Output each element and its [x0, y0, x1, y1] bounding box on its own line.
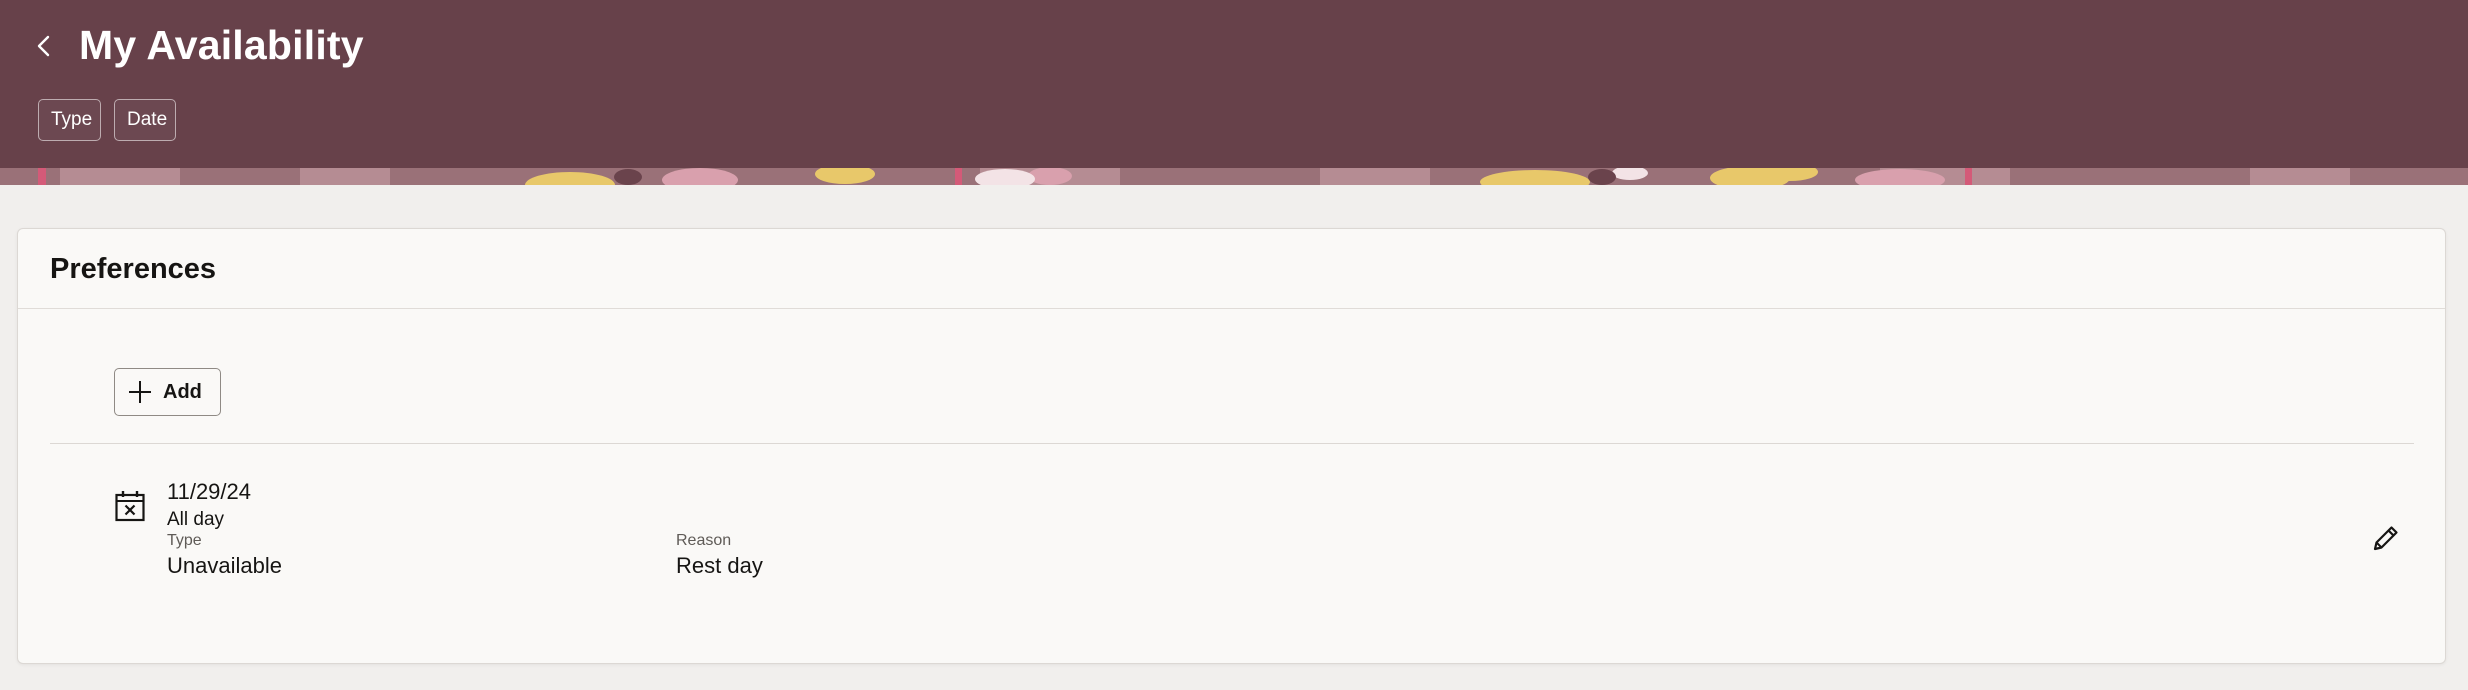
edit-button[interactable]	[2368, 520, 2404, 556]
add-button-label: Add	[163, 380, 202, 403]
reason-value: Rest day	[676, 553, 763, 578]
filter-chip-date[interactable]: Date	[114, 99, 176, 141]
chevron-left-icon	[37, 35, 50, 57]
decorative-banner	[0, 168, 2468, 185]
preferences-card: Preferences Add 11/29/24 All day Type Un…	[17, 228, 2446, 664]
type-label: Type	[167, 532, 202, 549]
entry-date: 11/29/24	[167, 479, 252, 504]
page-header: My Availability Type Date	[0, 0, 2468, 168]
pencil-icon	[2373, 526, 2398, 551]
row-divider	[50, 443, 2414, 444]
filter-chip-type[interactable]: Type	[38, 99, 101, 141]
type-value: Unavailable	[167, 553, 282, 578]
back-button[interactable]	[28, 30, 60, 62]
section-divider	[18, 308, 2445, 309]
plus-icon	[129, 381, 151, 403]
add-button[interactable]: Add	[114, 368, 221, 416]
reason-label: Reason	[676, 532, 732, 549]
calendar-x-icon	[115, 491, 145, 522]
page-title: My Availability	[79, 22, 364, 68]
section-title: Preferences	[50, 253, 217, 285]
entry-duration: All day	[167, 509, 225, 530]
